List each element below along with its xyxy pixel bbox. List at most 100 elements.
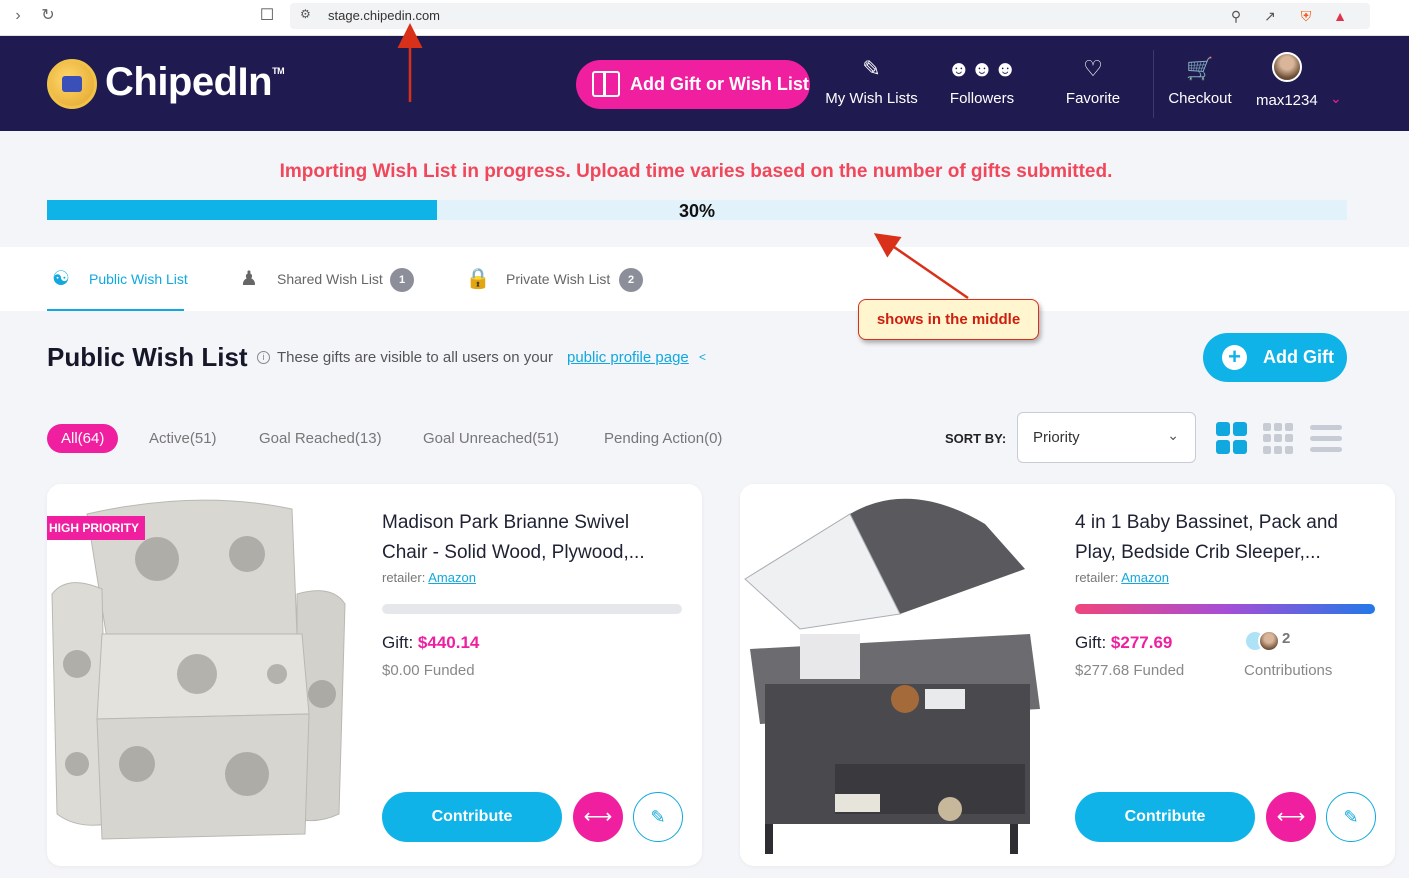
filter-all[interactable]: All(64) <box>47 424 119 453</box>
wishlist-icon: ✎ <box>862 56 881 81</box>
list-view-icon[interactable] <box>1310 425 1342 457</box>
nav-my-wish-lists[interactable]: ✎ My Wish Lists <box>824 54 919 114</box>
nav-label: Followers <box>949 90 1015 107</box>
add-gift-label: Add Gift <box>1263 347 1334 367</box>
sort-label: SORT BY: <box>945 431 1007 446</box>
tab-label: Private Wish List <box>506 271 611 287</box>
filter-pending-action[interactable]: Pending Action(0) <box>604 424 722 453</box>
site-settings-icon[interactable]: ⚙ <box>300 7 311 21</box>
plus-icon: + <box>1222 345 1247 370</box>
gift-card[interactable]: 4 in 1 Baby Bassinet, Pack and Play, Bed… <box>740 484 1395 866</box>
info-icon: i <box>257 351 270 364</box>
address-bar[interactable]: ⚙ stage.chipedin.com ⚲ ↗ ⛨ ▲ <box>290 3 1370 29</box>
retailer-label: retailer: <box>382 570 426 585</box>
filter-label: Pending Action <box>604 430 705 447</box>
filter-active[interactable]: Active(51) <box>149 424 217 453</box>
edit-button[interactable]: ✎ <box>1326 792 1376 842</box>
followers-icon: ☻☻☻ <box>947 56 1017 81</box>
page-title: Public Wish List <box>47 342 248 372</box>
nav-label: Favorite <box>1065 90 1121 107</box>
gift-title[interactable]: Madison Park Brianne Swivel Chair - Soli… <box>382 508 672 568</box>
group-icon: ☯ <box>52 268 70 290</box>
bassinet-product-image[interactable] <box>740 484 1050 866</box>
sort-select[interactable]: Priority ⌄ <box>1017 412 1196 463</box>
public-profile-link[interactable]: public profile page <box>567 349 689 366</box>
share-icon: ⟷ <box>1276 806 1306 828</box>
site-header: ChipedInTM Add Gift or Wish List ✎ My Wi… <box>0 36 1409 131</box>
visibility-note: These gifts are visible to all users on … <box>277 349 553 366</box>
gift-label: Gift: <box>1075 633 1107 652</box>
gift-card[interactable]: HIGH PRIORITY Madison Park Brianne Swive… <box>47 484 702 866</box>
forward-icon[interactable]: › <box>8 6 28 26</box>
gift-price: Gift: $277.69 <box>1075 633 1172 653</box>
reload-icon[interactable]: ↻ <box>38 6 58 26</box>
nav-followers[interactable]: ☻☻☻ Followers <box>946 54 1018 114</box>
chevron-down-icon[interactable]: ⌄ <box>1330 90 1342 107</box>
share-icon: ⟷ <box>583 806 613 828</box>
logo-text: ChipedIn <box>105 60 273 104</box>
logo-gift-icon[interactable] <box>47 59 97 109</box>
add-gift-or-wishlist-button[interactable]: Add Gift or Wish List <box>576 60 810 109</box>
contributor-avatar <box>1258 630 1280 652</box>
contributor-avatars[interactable] <box>1244 630 1282 654</box>
funding-progress-bar <box>382 604 682 614</box>
import-progress-message: Importing Wish List in progress. Upload … <box>279 161 1113 182</box>
user-avatar[interactable] <box>1272 52 1302 82</box>
username[interactable]: max1234 <box>1256 92 1318 109</box>
large-grid-view-icon[interactable] <box>1216 422 1248 454</box>
retailer-label: retailer: <box>1075 570 1119 585</box>
small-grid-view-icon[interactable] <box>1263 422 1295 454</box>
tab-private-wish-list[interactable]: 🔒 Private Wish List 2 <box>464 247 644 311</box>
cart-icon: 🛒 <box>1186 56 1214 81</box>
funding-progress-fill <box>1075 604 1375 614</box>
nav-label: Checkout <box>1168 90 1232 107</box>
gift-amount: $277.69 <box>1110 633 1173 652</box>
retailer-link[interactable]: Amazon <box>1121 570 1169 585</box>
key-icon[interactable]: ⚲ <box>1226 6 1246 26</box>
edit-icon: ✎ <box>650 807 666 827</box>
gift-label: Gift: <box>382 633 414 652</box>
funding-progress-bar <box>1075 604 1375 614</box>
contribute-button[interactable]: Contribute <box>1075 792 1255 842</box>
tab-label: Shared Wish List <box>277 271 383 287</box>
retailer-line: retailer: Amazon <box>1075 570 1169 585</box>
annotation-callout: shows in the middle <box>858 299 1039 340</box>
nav-favorite[interactable]: ♡ Favorite <box>1062 54 1124 114</box>
tab-shared-wish-list[interactable]: ♟ Shared Wish List 1 <box>235 247 415 311</box>
contributions-count: 2 <box>1282 630 1291 647</box>
filter-goal-reached[interactable]: Goal Reached(13) <box>259 424 382 453</box>
url-text[interactable]: stage.chipedin.com <box>328 8 440 23</box>
contributions-label: Contributions <box>1244 662 1333 679</box>
edit-button[interactable]: ✎ <box>633 792 683 842</box>
share-link-icon[interactable]: < <box>699 350 706 364</box>
bookmark-icon[interactable]: ☐ <box>258 6 276 26</box>
nav-checkout[interactable]: 🛒 Checkout <box>1165 54 1235 114</box>
chair-product-image[interactable] <box>47 484 357 866</box>
tab-public-wish-list[interactable]: ☯ Public Wish List <box>47 247 188 311</box>
filter-goal-unreached[interactable]: Goal Unreached(51) <box>423 424 559 453</box>
logo[interactable]: ChipedInTM <box>105 60 285 105</box>
share-button[interactable]: ⟷ <box>1266 792 1316 842</box>
gift-price: Gift: $440.14 <box>382 633 479 653</box>
wishlist-tabs: ☯ Public Wish List ♟ Shared Wish List 1 … <box>0 247 1409 311</box>
filter-label: Active <box>149 430 190 447</box>
priority-badge: HIGH PRIORITY <box>47 516 146 540</box>
import-progress-bar: 30% <box>47 200 1347 221</box>
contribute-button[interactable]: Contribute <box>382 792 562 842</box>
import-progress-section: Importing Wish List in progress. Upload … <box>0 131 1409 247</box>
rewards-triangle-icon[interactable]: ▲ <box>1330 6 1350 26</box>
share-page-icon[interactable]: ↗ <box>1260 6 1280 26</box>
progress-percent: 30% <box>678 201 716 221</box>
filter-label: Goal Reached <box>259 430 355 447</box>
retailer-link[interactable]: Amazon <box>428 570 476 585</box>
funded-amount: $277.68 Funded <box>1075 662 1185 679</box>
nav-label: My Wish Lists <box>825 90 918 107</box>
add-gift-button[interactable]: + Add Gift <box>1203 333 1347 382</box>
brave-shield-icon[interactable]: ⛨ <box>1296 6 1316 26</box>
filter-count: (64) <box>77 430 105 447</box>
gift-amount: $440.14 <box>417 633 480 652</box>
share-button[interactable]: ⟷ <box>573 792 623 842</box>
chevron-down-icon: ⌄ <box>1167 427 1179 443</box>
gift-title[interactable]: 4 in 1 Baby Bassinet, Pack and Play, Bed… <box>1075 508 1365 568</box>
filter-label: Goal Unreached <box>423 430 533 447</box>
